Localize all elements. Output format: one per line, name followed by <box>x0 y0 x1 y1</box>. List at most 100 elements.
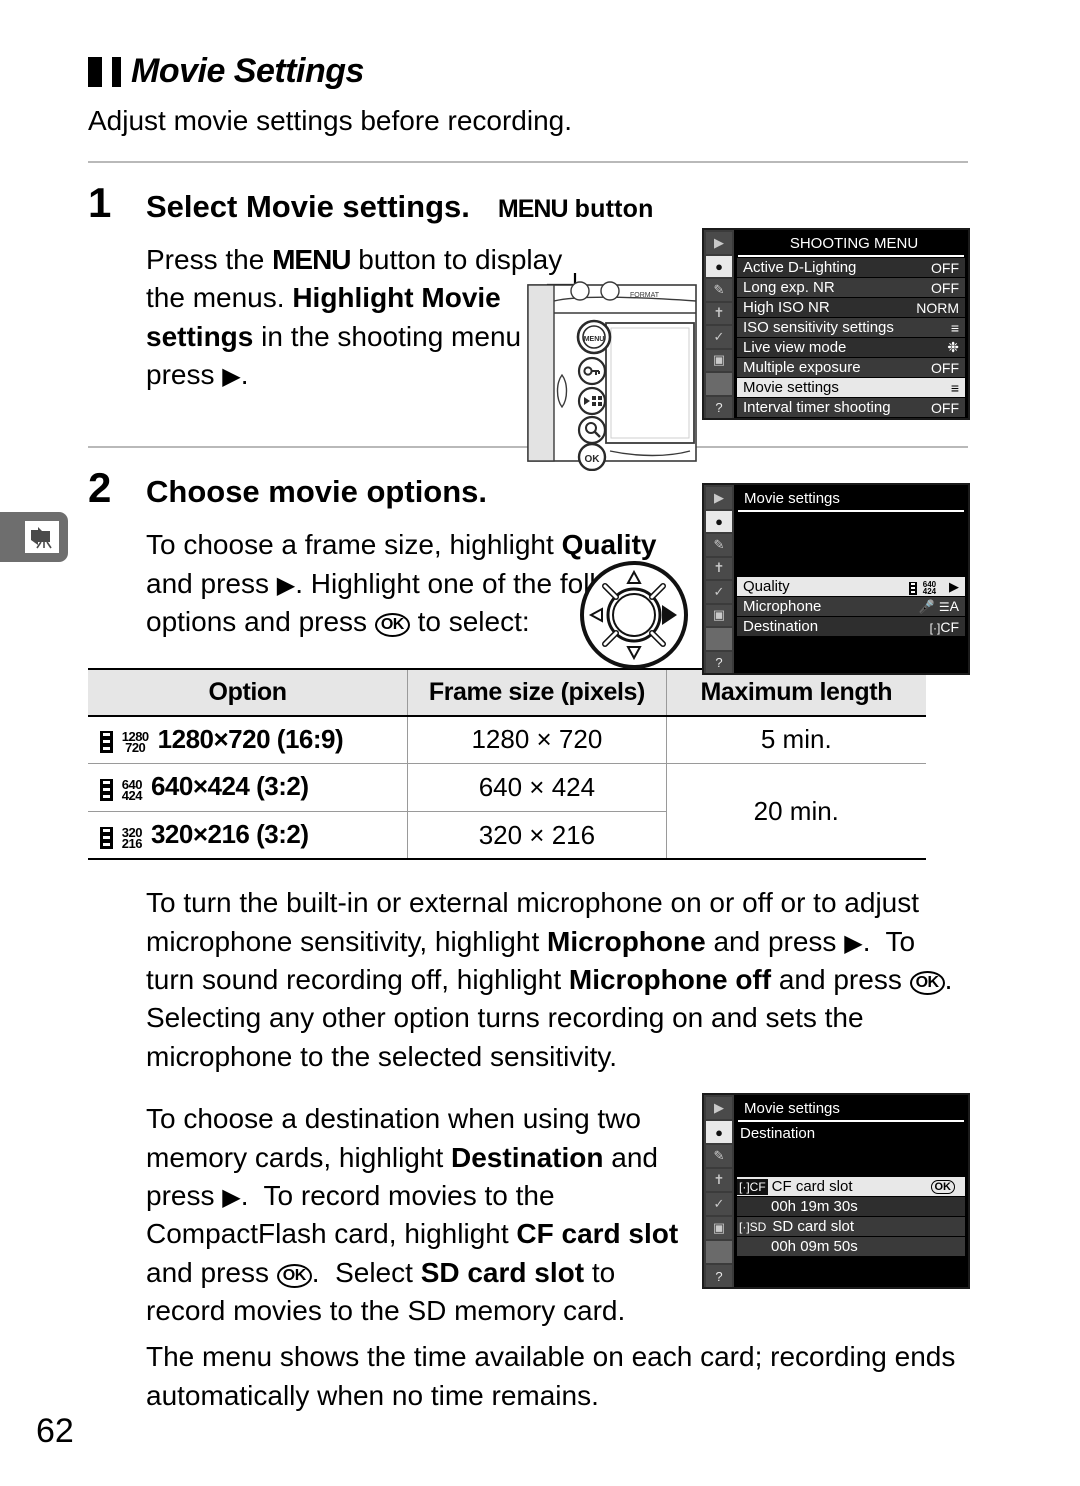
menu-row-high-iso-nr[interactable]: High ISO NR NORM <box>737 298 965 317</box>
destination-row-cf[interactable]: [·]CF CF card slot OK <box>737 1177 965 1196</box>
menu-row-label: Long exp. NR <box>743 279 835 296</box>
menu-row-value: ≡ <box>950 379 959 396</box>
menu-row-value: NORM <box>916 299 959 316</box>
movie-settings-body: Movie settings Quality 640 424 ▶ Microph… <box>734 485 968 673</box>
menu-row-label: Interval timer shooting <box>743 399 891 416</box>
row-label: Destination <box>743 618 819 635</box>
recent-settings-icon[interactable]: ▣ <box>706 604 732 626</box>
step-1-body: Press the MENU button to display the men… <box>146 244 576 391</box>
custom-settings-pencil-icon[interactable]: ✎ <box>706 534 732 556</box>
film-strip-icon: 640 424 <box>908 579 936 596</box>
help-question-icon[interactable]: ? <box>706 396 732 418</box>
film-strip-icon: 1280 720 <box>100 725 149 756</box>
menu-row-long-exp-nr[interactable]: Long exp. NR OFF <box>737 278 965 297</box>
playback-icon[interactable]: ▶ <box>706 232 732 254</box>
menu-row-value: OFF <box>931 279 959 296</box>
help-question-icon[interactable]: ? <box>706 651 732 673</box>
destination-cf-time: 00h 19m 30s <box>737 1197 965 1216</box>
page-content: Movie Settings Adjust movie settings bef… <box>88 0 970 1415</box>
step-2-number: 2 <box>88 464 112 512</box>
title-block-2 <box>112 56 121 87</box>
row-value: [·]CF <box>929 618 959 635</box>
movie-settings-row-quality[interactable]: Quality 640 424 ▶ <box>737 577 965 596</box>
destination-row-sd[interactable]: [·]SD SD card slot <box>737 1217 965 1236</box>
menu-row-value: ≡ <box>950 319 959 336</box>
table-header-option: Option <box>88 668 408 717</box>
menu-row-interval-timer-shooting[interactable]: Interval timer shooting OFF <box>737 398 965 417</box>
shooting-menu-icon[interactable]: ● <box>706 1121 732 1143</box>
menu-row-live-view-mode[interactable]: Live view mode ❉ <box>737 338 965 357</box>
retouch-icon[interactable]: ✓ <box>706 326 732 348</box>
ok-button-glyph: OK <box>276 1263 312 1288</box>
menu-row-label: Live view mode <box>743 339 847 356</box>
menu-row-movie-settings[interactable]: Movie settings ≡ <box>737 378 965 397</box>
movie-settings-screen: ▶ ● ✎ ✝ ✓ ▣ ? Movie settings Quality 640… <box>702 483 970 675</box>
table-header-maximum-length: Maximum length <box>665 668 926 717</box>
divider-1 <box>88 161 968 163</box>
row-value: 🎤 ☰A <box>918 598 959 614</box>
table-cell-frame-size: 1280 × 720 <box>407 715 667 765</box>
retouch-icon[interactable]: ✓ <box>706 1193 732 1215</box>
table-row: 640 424 640×424 (3:2) 640 × 424 20 min. <box>88 763 926 861</box>
option-label: 320×216 (3:2) <box>150 818 309 849</box>
menu-row-iso-sensitivity-settings[interactable]: ISO sensitivity settings ≡ <box>737 318 965 337</box>
menu-row-multiple-exposure[interactable]: Multiple exposure OFF <box>737 358 965 377</box>
shooting-menu-title: SHOOTING MENU <box>738 232 964 257</box>
camera-back-illustration: FORMAT MENU OK <box>518 271 698 472</box>
movie-settings-row-destination[interactable]: Destination [·]CF <box>737 617 965 636</box>
row-value: 640 424 ▶ <box>908 578 959 596</box>
menu-row-value: OFF <box>931 399 959 416</box>
movie-camera-icon <box>25 521 59 553</box>
shooting-menu-body: SHOOTING MENU Active D-Lighting OFF Long… <box>734 230 968 418</box>
destination-paragraph: To choose a destination when using two m… <box>146 1103 679 1326</box>
manual-page: Movie Settings Adjust movie settings bef… <box>0 0 1080 1486</box>
destination-subtitle: Destination <box>740 1125 816 1142</box>
destination-sidebar: ▶ ● ✎ ✝ ✓ ▣ ? <box>704 1095 734 1287</box>
menu-row-value: OFF <box>931 259 959 276</box>
menu-row-label: ISO sensitivity settings <box>743 319 894 336</box>
table-cell-option: 1280 720 1280×720 (16:9) <box>88 715 408 765</box>
sidebar-blank <box>706 1241 732 1263</box>
step-1-number: 1 <box>88 179 112 226</box>
destination-screen: ▶ ● ✎ ✝ ✓ ▣ ? Movie settings Destination… <box>702 1093 970 1289</box>
sidebar-blank <box>706 628 732 650</box>
destination-sd-time: 00h 09m 50s <box>737 1237 965 1256</box>
setup-wrench-icon[interactable]: ✝ <box>706 1169 732 1191</box>
help-question-icon[interactable]: ? <box>706 1265 732 1287</box>
retouch-icon[interactable]: ✓ <box>706 581 732 603</box>
shooting-menu-screen: ▶ ● ✎ ✝ ✓ ▣ ? SHOOTING MENU Active D-Lig… <box>702 228 970 420</box>
menu-row-active-d-lighting[interactable]: Active D-Lighting OFF <box>737 258 965 277</box>
shooting-menu-icon[interactable]: ● <box>706 255 732 277</box>
custom-settings-pencil-icon[interactable]: ✎ <box>706 1145 732 1167</box>
ok-badge-icon: OK <box>930 1179 955 1194</box>
frame-size-table: Option Frame size (pixels) Maximum lengt… <box>88 668 926 861</box>
playback-icon[interactable]: ▶ <box>706 487 732 509</box>
multi-selector-dial <box>574 556 694 679</box>
movie-settings-row-microphone[interactable]: Microphone 🎤 ☰A <box>737 597 965 616</box>
custom-settings-pencil-icon[interactable]: ✎ <box>706 279 732 301</box>
row-label: Microphone <box>743 598 822 615</box>
menu-row-label: Movie settings <box>743 379 839 396</box>
menu-button-callout-label: MENU button <box>497 195 654 223</box>
setup-wrench-icon[interactable]: ✝ <box>706 557 732 579</box>
svg-text:MENU: MENU <box>584 336 605 343</box>
page-number: 62 <box>36 1412 74 1450</box>
movie-settings-sidebar: ▶ ● ✎ ✝ ✓ ▣ ? <box>704 485 734 673</box>
recent-settings-icon[interactable]: ▣ <box>706 349 732 371</box>
ok-button-glyph: OK <box>909 971 945 996</box>
film-strip-icon: 320 216 <box>100 820 142 851</box>
menu-row-label: Active D-Lighting <box>743 259 857 276</box>
menu-row-label: Multiple exposure <box>743 359 861 376</box>
closing-paragraph: The menu shows the time available on eac… <box>146 1341 956 1411</box>
recent-settings-icon[interactable]: ▣ <box>706 1217 732 1239</box>
svg-text:FORMAT: FORMAT <box>630 292 660 299</box>
step-1-title: Select Movie settings. <box>146 189 470 224</box>
shooting-menu-icon[interactable]: ● <box>706 510 732 532</box>
playback-icon[interactable]: ▶ <box>706 1097 732 1119</box>
intro-text: Adjust movie settings before recording. <box>88 105 573 136</box>
ok-button-glyph: OK <box>374 613 410 638</box>
setup-wrench-icon[interactable]: ✝ <box>706 302 732 324</box>
table-cell-max-length: 20 min. <box>665 763 926 861</box>
sidebar-blank <box>706 373 732 395</box>
cf-card-badge: [·]CF <box>737 1178 768 1195</box>
